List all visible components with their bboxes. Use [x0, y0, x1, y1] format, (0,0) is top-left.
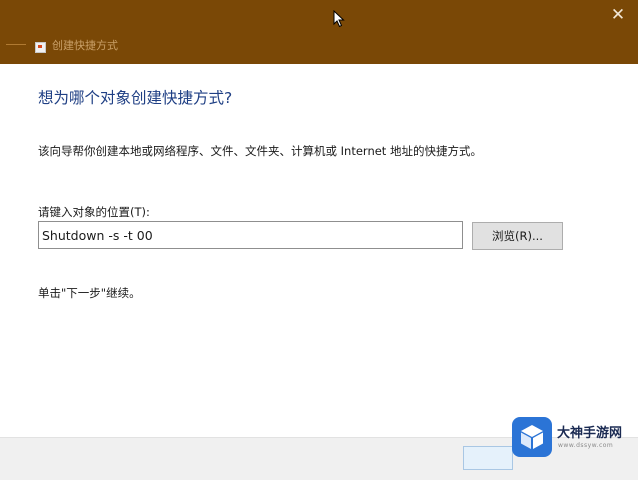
- continue-hint: 单击"下一步"继续。: [38, 286, 141, 300]
- wizard-heading: 想为哪个对象创建快捷方式?: [38, 89, 233, 107]
- watermark-logo-icon: [512, 417, 552, 457]
- watermark-url: www.dssyw.com: [558, 442, 614, 449]
- location-input[interactable]: [38, 221, 463, 249]
- mouse-cursor-icon: [333, 10, 345, 28]
- wizard-description: 该向导帮你创建本地或网络程序、文件、文件夹、计算机或 Internet 地址的快…: [38, 144, 482, 158]
- window-title: 创建快捷方式: [52, 39, 118, 52]
- titlebar-accent-line: [6, 44, 26, 45]
- title-bar[interactable]: 创建快捷方式 ✕: [0, 0, 638, 64]
- shortcut-icon: [35, 42, 46, 53]
- close-button[interactable]: ✕: [602, 2, 634, 28]
- next-button[interactable]: [463, 446, 513, 470]
- watermark: 大神手游网 www.dssyw.com: [512, 417, 638, 457]
- location-label: 请键入对象的位置(T):: [38, 205, 150, 219]
- watermark-name: 大神手游网: [557, 426, 623, 441]
- browse-button[interactable]: 浏览(R)...: [472, 222, 563, 250]
